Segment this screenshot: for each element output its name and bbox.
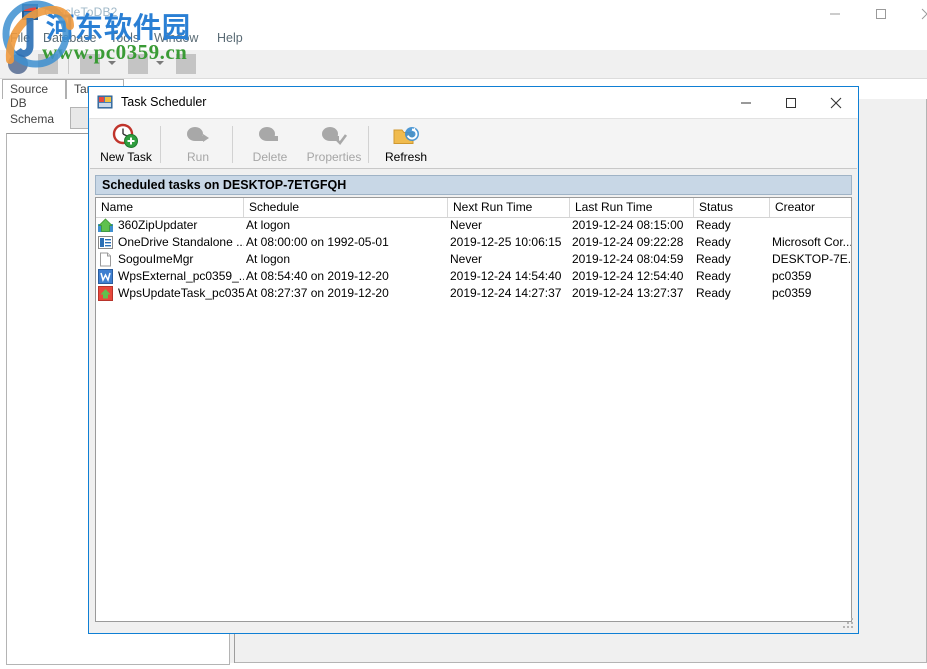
cell-last-run-time: 2019-12-24 12:54:40 (572, 268, 694, 285)
app-icon (22, 4, 38, 20)
cell-status: Ready (696, 285, 770, 302)
cell-next-run-time: 2019-12-24 14:54:40 (450, 268, 570, 285)
cell-last-run-time: 2019-12-24 13:27:37 (572, 285, 694, 302)
app-close-button[interactable] (904, 0, 927, 28)
cell-creator (772, 217, 851, 234)
column-header-status[interactable]: Status (694, 198, 770, 217)
cell-creator: DESKTOP-7E... (772, 251, 851, 268)
column-header-next-run-time[interactable]: Next Run Time (448, 198, 570, 217)
toolbar-item2-chevron-down-icon[interactable] (156, 61, 164, 65)
table-row[interactable]: WpsUpdateTask_pc0359 At 08:27:37 on 2019… (96, 285, 851, 302)
dialog-toolbar: New Task Run Delete (90, 118, 857, 169)
toolbar-separator-a (160, 126, 161, 163)
toolbar-item2-button[interactable] (128, 54, 148, 74)
schema-label: Schema (10, 112, 54, 126)
tab-source-db[interactable]: Source DB (2, 79, 66, 99)
properties-key-icon (319, 123, 349, 149)
properties-button[interactable]: Properties (302, 121, 366, 168)
cell-next-run-time: Never (450, 217, 570, 234)
cell-status: Ready (696, 251, 770, 268)
app-toolbar (0, 50, 927, 79)
cell-name: 360ZipUpdater (96, 217, 244, 234)
scheduled-tasks-banner-text: Scheduled tasks on DESKTOP-7ETGFQH (102, 178, 346, 192)
table-row[interactable]: WpsExternal_pc0359_... At 08:54:40 on 20… (96, 268, 851, 285)
new-task-button[interactable]: New Task (94, 121, 158, 168)
dialog-maximize-button[interactable] (768, 87, 813, 118)
delete-label: Delete (238, 150, 302, 164)
column-header-schedule[interactable]: Schedule (244, 198, 448, 217)
run-label: Run (166, 150, 230, 164)
refresh-folder-icon (391, 123, 421, 149)
delete-button[interactable]: Delete (238, 121, 302, 168)
app-maximize-button[interactable] (858, 0, 904, 28)
refresh-label: Refresh (374, 150, 438, 164)
task-list: Name Schedule Next Run Time Last Run Tim… (95, 197, 852, 622)
app-title: OracleToDB2 (44, 5, 118, 19)
cell-name: SogouImeMgr (96, 251, 244, 268)
cell-schedule: At logon (246, 251, 446, 268)
table-row[interactable]: SogouImeMgr At logon Never 2019-12-24 08… (96, 251, 851, 268)
cell-schedule: At 08:27:37 on 2019-12-20 (246, 285, 446, 302)
cell-creator: pc0359 (772, 268, 851, 285)
cell-next-run-time: 2019-12-25 10:06:15 (450, 234, 570, 251)
resize-grip-icon[interactable] (842, 617, 855, 630)
toolbar-item1-button[interactable] (80, 54, 100, 74)
cell-last-run-time: 2019-12-24 08:15:00 (572, 217, 694, 234)
cell-name: OneDrive Standalone ... (96, 234, 244, 251)
cell-next-run-time: Never (450, 251, 570, 268)
task-scheduler-dialog: Task Scheduler (88, 86, 859, 634)
app-menubar: File Database Tools Window Help (0, 28, 927, 50)
cell-status: Ready (696, 234, 770, 251)
toolbar-separator-c (368, 126, 369, 163)
run-button[interactable]: Run (166, 121, 230, 168)
delete-key-icon (255, 123, 285, 149)
menu-item-database[interactable]: Database (41, 31, 99, 45)
toolbar-separator-1 (68, 54, 69, 74)
run-key-icon (183, 123, 213, 149)
menu-item-tools[interactable]: Tools (108, 31, 141, 45)
cell-last-run-time: 2019-12-24 08:04:59 (572, 251, 694, 268)
cell-schedule: At 08:54:40 on 2019-12-20 (246, 268, 446, 285)
dialog-titlebar[interactable]: Task Scheduler (89, 87, 858, 118)
app-titlebar: OracleToDB2 (0, 0, 927, 28)
cell-creator: Microsoft Cor... (772, 234, 851, 251)
column-header-name[interactable]: Name (96, 198, 244, 217)
clock-plus-icon (111, 123, 141, 149)
cell-name: WpsUpdateTask_pc0359 (96, 285, 244, 302)
cell-schedule: At 08:00:00 on 1992-05-01 (246, 234, 446, 251)
app-minimize-button[interactable] (812, 0, 858, 28)
cell-status: Ready (696, 217, 770, 234)
dialog-close-button[interactable] (813, 87, 858, 118)
scheduled-tasks-banner: Scheduled tasks on DESKTOP-7ETGFQH (95, 175, 852, 195)
cell-name: WpsExternal_pc0359_... (96, 268, 244, 285)
toolbar-connect-button[interactable] (8, 54, 28, 74)
menu-item-help[interactable]: Help (215, 31, 245, 45)
dialog-title: Task Scheduler (121, 95, 206, 109)
task-list-header: Name Schedule Next Run Time Last Run Tim… (96, 198, 851, 218)
dialog-minimize-button[interactable] (723, 87, 768, 118)
new-task-label: New Task (94, 150, 158, 164)
toolbar-item1-chevron-down-icon[interactable] (108, 61, 116, 65)
toolbar-item3-button[interactable] (176, 54, 196, 74)
toolbar-separator-b (232, 126, 233, 163)
cell-status: Ready (696, 268, 770, 285)
cell-schedule: At logon (246, 217, 446, 234)
menu-item-file[interactable]: File (8, 31, 32, 45)
properties-label: Properties (302, 150, 366, 164)
column-header-last-run-time[interactable]: Last Run Time (570, 198, 694, 217)
task-list-body: 360ZipUpdater At logon Never 2019-12-24 … (96, 217, 851, 302)
task-scheduler-icon (97, 94, 113, 110)
cell-next-run-time: 2019-12-24 14:27:37 (450, 285, 570, 302)
cell-last-run-time: 2019-12-24 09:22:28 (572, 234, 694, 251)
menu-item-window[interactable]: Window (152, 31, 200, 45)
toolbar-action-button[interactable] (38, 54, 58, 74)
column-header-creator[interactable]: Creator (770, 198, 851, 217)
table-row[interactable]: OneDrive Standalone ... At 08:00:00 on 1… (96, 234, 851, 251)
cell-creator: pc0359 (772, 285, 851, 302)
table-row[interactable]: 360ZipUpdater At logon Never 2019-12-24 … (96, 217, 851, 234)
refresh-button[interactable]: Refresh (374, 121, 438, 168)
